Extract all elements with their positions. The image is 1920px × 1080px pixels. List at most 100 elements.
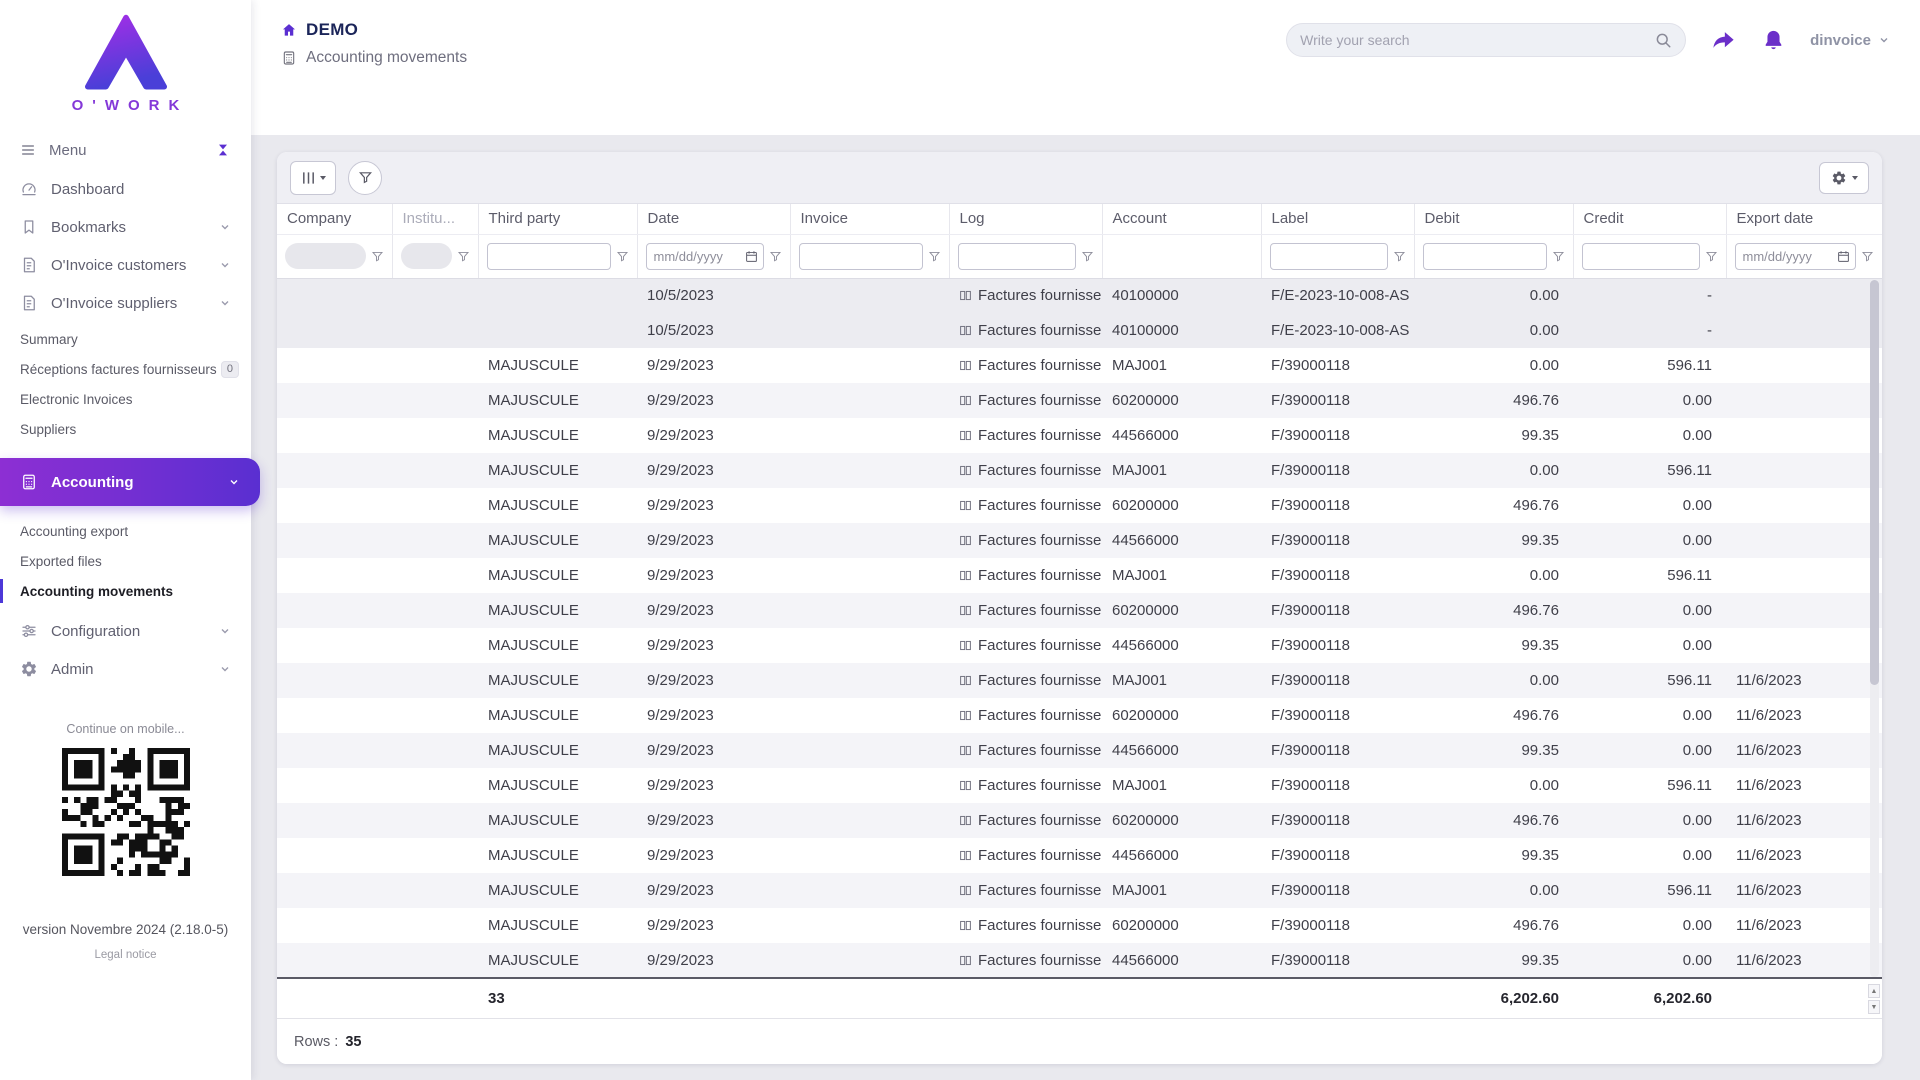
cell <box>1726 418 1882 453</box>
cell: F/39000118 <box>1261 558 1414 593</box>
table-row[interactable]: MAJUSCULE 9/29/2023 Factures fournisseurs 6… <box>277 488 1882 523</box>
cell: Factures fournisseurs <box>949 803 1102 838</box>
table-row[interactable]: MAJUSCULE 9/29/2023 Factures fournisseurs 4… <box>277 943 1882 978</box>
column-header-label[interactable]: Label <box>1261 204 1414 234</box>
sidebar-item-bookmarks[interactable]: Bookmarks <box>0 208 251 246</box>
column-header-export-date[interactable]: Export date <box>1726 204 1882 234</box>
scrollbar-thumb[interactable] <box>1870 280 1879 685</box>
legal-notice-link[interactable]: Legal notice <box>0 949 251 961</box>
cell: 9/29/2023 <box>637 768 790 803</box>
sidebar-item-oinvoice-customers[interactable]: O'Invoice customers <box>0 246 251 284</box>
table-row[interactable]: MAJUSCULE 9/29/2023 Factures fournisseurs 4… <box>277 628 1882 663</box>
calculator-icon <box>20 473 38 491</box>
sidebar-item-suppliers[interactable]: Suppliers <box>0 414 251 444</box>
filter-funnel-icon[interactable] <box>769 250 782 263</box>
table-row[interactable]: 10/5/2023 Factures fournisseurs 40100000 F/… <box>277 278 1882 313</box>
sidebar-item-configuration[interactable]: Configuration <box>0 612 251 650</box>
table-row[interactable]: MAJUSCULE 9/29/2023 Factures fournisseurs 4… <box>277 733 1882 768</box>
sidebar-item-accounting[interactable]: Accounting <box>0 458 260 506</box>
sidebar-item-receptions-factures[interactable]: Réceptions factures fournisseurs 0 <box>0 354 251 384</box>
filter-funnel-icon[interactable] <box>1861 250 1874 263</box>
calendar-icon[interactable] <box>1837 250 1850 263</box>
column-header-account[interactable]: Account <box>1102 204 1261 234</box>
sidebar-item-electronic-invoices[interactable]: Electronic Invoices <box>0 384 251 414</box>
cell <box>392 908 478 943</box>
log-filter-input[interactable] <box>958 243 1076 270</box>
invoice-filter-input[interactable] <box>799 243 923 270</box>
grid-settings-button[interactable] <box>1819 162 1869 194</box>
sidebar-item-exported-files[interactable]: Exported files <box>0 546 251 576</box>
filter-builder-button[interactable] <box>348 161 382 195</box>
cell: 40100000 <box>1102 278 1261 313</box>
filter-funnel-icon[interactable] <box>1081 250 1094 263</box>
sidebar-item-summary[interactable]: Summary <box>0 324 251 354</box>
calendar-icon[interactable] <box>745 250 758 263</box>
filter-funnel-icon[interactable] <box>371 250 384 263</box>
table-row[interactable]: MAJUSCULE 9/29/2023 Factures fournisseurs 4… <box>277 523 1882 558</box>
debit-filter-input[interactable] <box>1423 243 1547 270</box>
filter-funnel-icon[interactable] <box>1552 250 1565 263</box>
column-header-third-party[interactable]: Third party <box>478 204 637 234</box>
cell: F/39000118 <box>1261 383 1414 418</box>
cell: - <box>1573 313 1726 348</box>
sidebar-item-accounting-movements[interactable]: Accounting movements <box>0 576 251 606</box>
table-row[interactable]: 10/5/2023 Factures fournisseurs 40100000 F/… <box>277 313 1882 348</box>
sidebar-item-admin[interactable]: Admin <box>0 650 251 688</box>
vertical-scrollbar[interactable] <box>1870 280 1879 977</box>
bell-icon[interactable] <box>1761 28 1786 53</box>
table-row[interactable]: MAJUSCULE 9/29/2023 Factures fournisseurs 4… <box>277 838 1882 873</box>
table-row[interactable]: MAJUSCULE 9/29/2023 Factures fournisseurs 6… <box>277 803 1882 838</box>
cell: 9/29/2023 <box>637 453 790 488</box>
label-filter-input[interactable] <box>1270 243 1388 270</box>
table-row[interactable]: MAJUSCULE 9/29/2023 Factures fournisseurs M… <box>277 348 1882 383</box>
logo[interactable]: O'WORK <box>0 0 251 118</box>
column-header-date[interactable]: Date <box>637 204 790 234</box>
sidebar-item-accounting-export[interactable]: Accounting export <box>0 516 251 546</box>
filter-funnel-icon[interactable] <box>616 250 629 263</box>
column-chooser-button[interactable] <box>290 161 336 195</box>
sidebar-item-oinvoice-suppliers[interactable]: O'Invoice suppliers <box>0 284 251 322</box>
table-row[interactable]: MAJUSCULE 9/29/2023 Factures fournisseurs 4… <box>277 418 1882 453</box>
sidebar-item-dashboard[interactable]: Dashboard <box>0 170 251 208</box>
scroll-up-icon[interactable]: ▲ <box>1868 984 1880 998</box>
cell <box>790 663 949 698</box>
table-row[interactable]: MAJUSCULE 9/29/2023 Factures fournisseurs M… <box>277 453 1882 488</box>
cell <box>277 908 392 943</box>
table-row[interactable]: MAJUSCULE 9/29/2023 Factures fournisseurs 6… <box>277 593 1882 628</box>
column-header-log[interactable]: Log <box>949 204 1102 234</box>
menu-toggle[interactable]: Menu <box>0 130 251 170</box>
table-row[interactable]: MAJUSCULE 9/29/2023 Factures fournisseurs 6… <box>277 698 1882 733</box>
filter-funnel-icon[interactable] <box>457 250 470 263</box>
user-menu[interactable]: dinvoice <box>1810 32 1890 49</box>
table-row[interactable]: MAJUSCULE 9/29/2023 Factures fournisseurs M… <box>277 873 1882 908</box>
table-row[interactable]: MAJUSCULE 9/29/2023 Factures fournisseurs 6… <box>277 383 1882 418</box>
cell: 40100000 <box>1102 313 1261 348</box>
journal-icon <box>959 464 972 477</box>
column-header-invoice[interactable]: Invoice <box>790 204 949 234</box>
column-header-company[interactable]: Company <box>277 204 392 234</box>
column-header-debit[interactable]: Debit <box>1414 204 1573 234</box>
filter-funnel-icon[interactable] <box>1705 250 1718 263</box>
search-icon[interactable] <box>1654 31 1672 49</box>
table-row[interactable]: MAJUSCULE 9/29/2023 Factures fournisseurs M… <box>277 558 1882 593</box>
filter-funnel-icon[interactable] <box>1393 250 1406 263</box>
credit-filter-input[interactable] <box>1582 243 1700 270</box>
table-row[interactable]: MAJUSCULE 9/29/2023 Factures fournisseurs M… <box>277 768 1882 803</box>
column-header-credit[interactable]: Credit <box>1573 204 1726 234</box>
home-link[interactable]: DEMO <box>281 20 467 40</box>
table-row[interactable]: MAJUSCULE 9/29/2023 Factures fournisseurs 6… <box>277 908 1882 943</box>
cell: Factures fournisseurs <box>949 733 1102 768</box>
table-row[interactable]: MAJUSCULE 9/29/2023 Factures fournisseurs M… <box>277 663 1882 698</box>
column-header-institution[interactable]: Institu... <box>392 204 478 234</box>
cell: F/E-2023-10-008-AS <box>1261 278 1414 313</box>
cell: 9/29/2023 <box>637 383 790 418</box>
third-party-filter-input[interactable] <box>487 243 611 270</box>
filter-funnel-icon[interactable] <box>928 250 941 263</box>
cell <box>790 453 949 488</box>
hourglass-pin-icon[interactable] <box>215 142 231 158</box>
main-area: DEMO Accounting movements dinvoice <box>251 0 1920 1080</box>
cell <box>392 418 478 453</box>
share-icon[interactable] <box>1710 27 1737 54</box>
search-input[interactable] <box>1300 32 1646 48</box>
scroll-down-icon[interactable]: ▼ <box>1868 1000 1880 1014</box>
